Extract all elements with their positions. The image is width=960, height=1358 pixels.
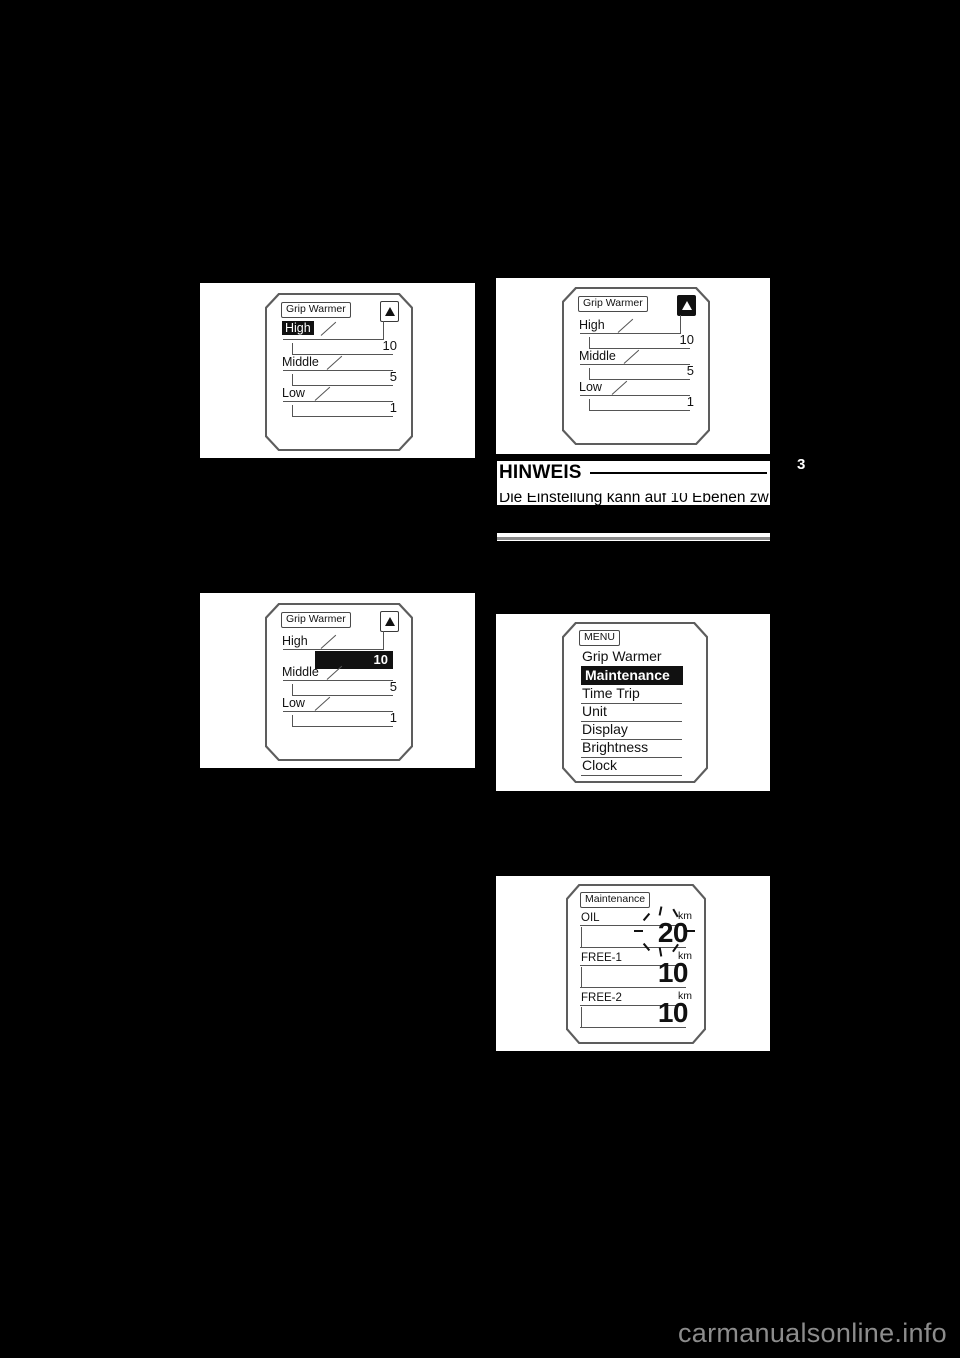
row-value-high[interactable]: 10: [357, 339, 397, 353]
note-heading: HINWEIS: [499, 462, 582, 483]
lcd-screen: Grip Warmer High 10 Middle 5 Low 1: [265, 603, 413, 761]
row-value-middle[interactable]: 5: [357, 370, 397, 384]
menu-item-grip-warmer[interactable]: Grip Warmer: [582, 648, 662, 664]
section-double-rule: [497, 531, 770, 541]
maintenance-title-tag: Maintenance: [580, 892, 651, 908]
triangle-up-icon[interactable]: [380, 301, 399, 322]
triangle-up-icon[interactable]: [677, 295, 696, 316]
triangle-up-icon[interactable]: [380, 611, 399, 632]
maintenance-label-free-2: FREE-2: [581, 992, 622, 1004]
row-value-low[interactable]: 1: [357, 711, 397, 725]
maintenance-label-oil: OIL: [581, 912, 600, 924]
menu-item-time-trip[interactable]: Time Trip: [582, 685, 640, 701]
maintenance-label-free-1: FREE-1: [581, 952, 622, 964]
menu-item-maintenance[interactable]: Maintenance: [581, 666, 683, 685]
note-body-band: Die Einstellung kann auf 10 Ebenen zwisc…: [497, 493, 770, 505]
row-label-high[interactable]: High: [282, 321, 314, 335]
screen-title-tag: Grip Warmer: [281, 612, 351, 628]
page-number: 3: [797, 456, 806, 473]
row-label-middle[interactable]: Middle: [282, 665, 319, 679]
row-value-high[interactable]: 10: [315, 651, 393, 669]
menu-item-display[interactable]: Display: [582, 721, 628, 737]
note-body-text: Die Einstellung kann auf 10 Ebenen zwisc…: [499, 493, 769, 505]
row-value-low[interactable]: 1: [357, 401, 397, 415]
screen-title-tag: Grip Warmer: [578, 296, 648, 312]
row-value-middle[interactable]: 5: [357, 680, 397, 694]
flashing-indicator-icon: [634, 906, 695, 957]
figure-grip-warmer-arrow-filled: Grip Warmer High 10 Middle 5 Low 1: [496, 278, 770, 454]
lcd-screen: Grip Warmer High 10 Middle 5 Low 1: [265, 293, 413, 451]
row-label-high[interactable]: High: [579, 318, 605, 332]
note-heading-band: HINWEIS: [497, 461, 770, 493]
note-heading-rule: [589, 472, 767, 474]
lcd-screen: MENU Grip Warmer Maintenance Time Trip U…: [562, 622, 708, 783]
site-watermark: carmanualsonline.info: [678, 1318, 947, 1348]
manual-page: Grip Warmer High 10 Middle 5 Low 1 Grip …: [0, 0, 960, 1358]
row-label-high[interactable]: High: [282, 634, 308, 648]
menu-title-tag: MENU: [579, 630, 620, 646]
maintenance-value-free-1[interactable]: 10: [618, 958, 689, 988]
row-value-low[interactable]: 1: [654, 395, 694, 409]
row-value-middle[interactable]: 5: [654, 364, 694, 378]
menu-item-clock[interactable]: Clock: [582, 757, 617, 773]
figure-maintenance-screen: Maintenance OIL km 20 FREE-1 km 10 FREE-…: [496, 876, 770, 1051]
figure-grip-warmer-high-selected: Grip Warmer High 10 Middle 5 Low 1: [200, 283, 475, 458]
menu-item-unit[interactable]: Unit: [582, 703, 607, 719]
row-label-middle[interactable]: Middle: [579, 349, 616, 363]
row-label-middle[interactable]: Middle: [282, 355, 319, 369]
row-label-low[interactable]: Low: [282, 696, 305, 710]
row-value-high[interactable]: 10: [654, 333, 694, 347]
row-label-low[interactable]: Low: [282, 386, 305, 400]
row-label-low[interactable]: Low: [579, 380, 602, 394]
figure-menu-screen: MENU Grip Warmer Maintenance Time Trip U…: [496, 614, 770, 791]
menu-item-brightness[interactable]: Brightness: [582, 739, 648, 755]
figure-grip-warmer-level-10-selected: Grip Warmer High 10 Middle 5 Low 1: [200, 593, 475, 768]
maintenance-value-free-2[interactable]: 10: [618, 998, 689, 1028]
lcd-screen: Grip Warmer High 10 Middle 5 Low 1: [562, 287, 710, 445]
lcd-screen: Maintenance OIL km 20 FREE-1 km 10 FREE-…: [566, 884, 706, 1044]
screen-title-tag: Grip Warmer: [281, 302, 351, 318]
